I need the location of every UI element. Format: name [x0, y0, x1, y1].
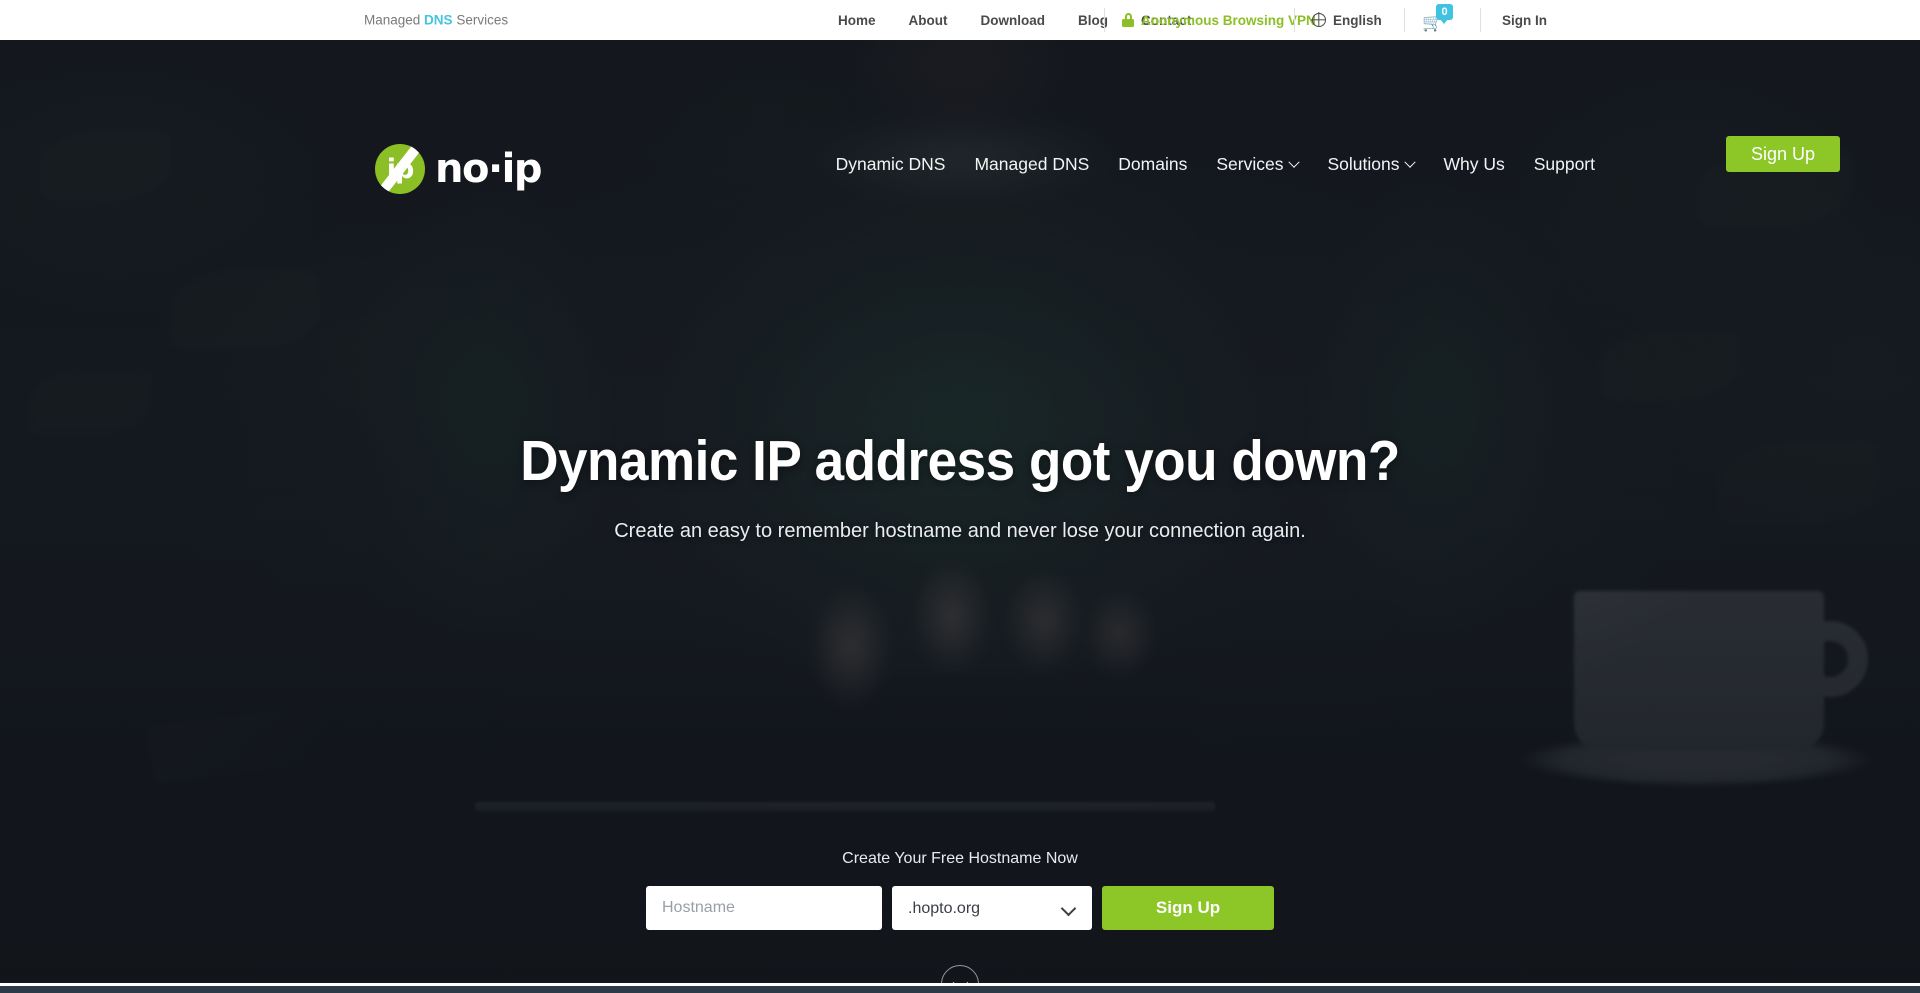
globe-icon [1312, 13, 1326, 27]
topbar-divider-3 [1404, 8, 1405, 32]
main-nav-links: Dynamic DNS Managed DNS Domains Services… [836, 154, 1595, 175]
tagline-post: Services [452, 12, 509, 28]
hero-headline: Dynamic IP address got you down? [520, 429, 1400, 493]
cart-button[interactable]: 🛒 0 [1422, 0, 1453, 40]
nav-domains-label: Domains [1118, 154, 1188, 174]
chevron-down-icon [1404, 156, 1417, 168]
nav-services[interactable]: Services [1216, 154, 1301, 175]
tagline-pre: Managed [364, 12, 425, 28]
cart-count-badge: 0 [1436, 4, 1453, 24]
hero-copy: Dynamic IP address got you down? Create … [0, 428, 1920, 543]
language-label: English [1333, 12, 1382, 28]
top-nav-home[interactable]: Home [838, 13, 876, 28]
topbar-divider-2 [1294, 8, 1295, 32]
site-tagline: Managed DNS Services [364, 13, 508, 28]
top-nav-about[interactable]: About [909, 13, 948, 28]
nav-dynamic-dns[interactable]: Dynamic DNS [836, 154, 946, 175]
nav-domains[interactable]: Domains [1118, 154, 1187, 175]
nav-solutions[interactable]: Solutions [1327, 154, 1417, 175]
chevron-down-icon [952, 974, 968, 983]
nav-sign-up-button[interactable]: Sign Up [1725, 136, 1840, 172]
sign-in-link-wrap[interactable]: Sign In [1480, 0, 1547, 40]
sign-in-link[interactable]: Sign In [1502, 13, 1547, 28]
tagline-dns: DNS [424, 12, 453, 28]
hero-section: ip no·ip Dynamic DNS Managed DNS Domains… [0, 40, 1920, 983]
nav-support-label: Support [1533, 154, 1595, 174]
nav-support[interactable]: Support [1534, 154, 1595, 175]
top-utility-bar: Managed DNS Services Home About Download… [0, 0, 1920, 40]
vpn-label: Anonymous Browsing VPN [1141, 12, 1316, 28]
domain-select-wrap[interactable]: .hopto.org [892, 886, 1092, 930]
top-nav-download[interactable]: Download [981, 13, 1046, 28]
lock-icon [1122, 13, 1134, 27]
logo-slash [375, 144, 425, 194]
form-sign-up-button[interactable]: Sign Up [1102, 886, 1274, 930]
nav-dynamic-dns-label: Dynamic DNS [835, 154, 946, 174]
form-row: .hopto.org Sign Up [0, 886, 1920, 930]
footer-strip [0, 986, 1920, 993]
domain-select[interactable]: .hopto.org [892, 886, 1092, 930]
language-selector[interactable]: English [1312, 0, 1382, 40]
nav-services-label: Services [1216, 154, 1284, 174]
hero-subheadline: Create an easy to remember hostname and … [614, 520, 1306, 542]
nav-why-us[interactable]: Why Us [1443, 154, 1504, 175]
topbar-divider-1 [1104, 8, 1105, 32]
main-navigation: ip no·ip Dynamic DNS Managed DNS Domains… [0, 40, 1920, 210]
chevron-down-icon [1288, 156, 1301, 168]
noip-logo[interactable]: ip no·ip [375, 144, 543, 194]
hostname-input[interactable] [646, 886, 882, 930]
noip-logo-mark-icon: ip [375, 144, 425, 194]
logo-wordmark: no·ip [435, 146, 543, 192]
nav-why-us-label: Why Us [1443, 154, 1505, 174]
nav-managed-dns[interactable]: Managed DNS [974, 154, 1089, 175]
anonymous-browsing-vpn-link[interactable]: Anonymous Browsing VPN [1122, 0, 1340, 40]
hostname-signup-form: Create Your Free Hostname Now .hopto.org… [0, 850, 1920, 930]
form-heading: Create Your Free Hostname Now [842, 850, 1078, 867]
nav-managed-dns-label: Managed DNS [974, 154, 1090, 174]
nav-solutions-label: Solutions [1327, 154, 1400, 174]
